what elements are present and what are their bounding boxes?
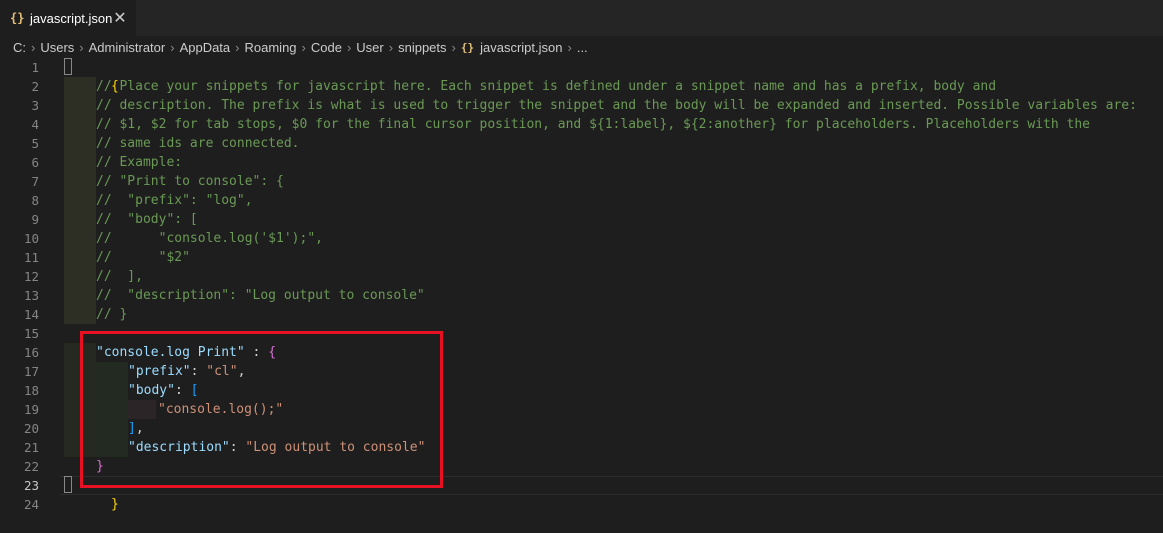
- close-icon[interactable]: ✕: [112, 8, 128, 28]
- line-number: 21: [23, 440, 39, 455]
- line-number: 24: [23, 497, 39, 512]
- line-number: 9: [31, 212, 39, 227]
- json-file-icon: {}: [10, 11, 25, 25]
- comment-text: // "$2": [96, 250, 190, 265]
- line-number: 14: [23, 307, 39, 322]
- breadcrumb-item-snippets[interactable]: snippets: [398, 40, 446, 55]
- line-number: 6: [31, 155, 39, 170]
- comment-text: // "Print to console": {: [96, 174, 284, 189]
- chevron-right-icon: ›: [388, 39, 394, 55]
- code-line[interactable]: 4 // $1, $2 for tab stops, $0 for the fi…: [0, 115, 1163, 134]
- line-number: 11: [23, 250, 39, 265]
- breadcrumb-item-roaming[interactable]: Roaming: [245, 40, 297, 55]
- code-line[interactable]: 1 {: [0, 58, 1163, 94]
- chevron-right-icon: ›: [301, 39, 306, 55]
- breadcrumb-item-file[interactable]: javascript.json: [480, 40, 562, 55]
- line-number: 1: [31, 60, 39, 75]
- chevron-right-icon: ›: [567, 39, 572, 55]
- breadcrumb-item-code[interactable]: Code: [311, 40, 342, 55]
- chevron-right-icon: ›: [235, 39, 240, 55]
- line-number: 12: [23, 269, 39, 284]
- code-line[interactable]: 5 // same ids are connected.: [0, 134, 1163, 153]
- line-number: 13: [23, 288, 39, 303]
- code-line[interactable]: 7 // "Print to console": {: [0, 172, 1163, 191]
- chevron-right-icon: ›: [31, 39, 36, 55]
- red-annotation-box: [80, 331, 443, 488]
- chevron-right-icon: ›: [170, 39, 175, 55]
- line-number: 22: [23, 459, 39, 474]
- line-number: 19: [23, 402, 39, 417]
- comment-text: // ],: [96, 269, 143, 284]
- comment-text: // "prefix": "log",: [96, 193, 253, 208]
- comment-text: // $1, $2 for tab stops, $0 for the fina…: [96, 117, 1090, 132]
- line-number: 16: [23, 345, 39, 360]
- tab-label: javascript.json: [30, 10, 113, 26]
- comment-text: // description. The prefix is what is us…: [96, 98, 1137, 113]
- bracket-match-box: [64, 58, 72, 75]
- comment-text: // same ids are connected.: [96, 136, 300, 151]
- line-number: 2: [31, 79, 39, 94]
- tab-javascript-json[interactable]: {} javascript.json ✕: [0, 0, 136, 36]
- code-line[interactable]: 12 // ],: [0, 267, 1163, 286]
- breadcrumb-item-users[interactable]: Users: [40, 40, 74, 55]
- line-number: 3: [31, 98, 39, 113]
- comment-text: // Example:: [96, 155, 183, 170]
- breadcrumb-item-symbols[interactable]: ...: [577, 40, 588, 55]
- line-number: 23: [23, 478, 39, 493]
- comment-text: // }: [96, 307, 128, 322]
- line-number: 10: [23, 231, 39, 246]
- chevron-right-icon: ›: [79, 39, 84, 55]
- breadcrumb-item-appdata[interactable]: AppData: [180, 40, 231, 55]
- line-number: 15: [23, 326, 39, 341]
- line-number: 5: [31, 136, 39, 151]
- breadcrumb: C: › Users › Administrator › AppData › R…: [0, 36, 1163, 58]
- code-line[interactable]: 24: [0, 495, 1163, 514]
- comment-text: // "console.log('$1');",: [96, 231, 323, 246]
- line-number: 17: [23, 364, 39, 379]
- comment-text: // "body": [: [96, 212, 198, 227]
- breadcrumb-item-c[interactable]: C:: [13, 40, 26, 55]
- code-line[interactable]: 8 // "prefix": "log",: [0, 191, 1163, 210]
- line-number: 18: [23, 383, 39, 398]
- comment-text: // "description": "Log output to console…: [96, 288, 425, 303]
- line-number: 8: [31, 193, 39, 208]
- code-line[interactable]: 13 // "description": "Log output to cons…: [0, 286, 1163, 305]
- code-line[interactable]: 6 // Example:: [0, 153, 1163, 172]
- line-number: 7: [31, 174, 39, 189]
- code-line[interactable]: 2 // Place your snippets for javascript …: [0, 77, 1163, 96]
- breadcrumb-item-administrator[interactable]: Administrator: [89, 40, 166, 55]
- code-line[interactable]: 11 // "$2": [0, 248, 1163, 267]
- breadcrumb-item-user[interactable]: User: [356, 40, 383, 55]
- chevron-right-icon: ›: [451, 39, 456, 55]
- tab-bar: {} javascript.json ✕: [0, 0, 1163, 36]
- line-number: 20: [23, 421, 39, 436]
- line-number: 4: [31, 117, 39, 132]
- code-line[interactable]: 3 // description. The prefix is what is …: [0, 96, 1163, 115]
- code-line[interactable]: 14 // }: [0, 305, 1163, 324]
- json-file-icon: {}: [460, 40, 475, 54]
- bracket-match-box: [64, 476, 72, 493]
- chevron-right-icon: ›: [346, 39, 352, 55]
- comment-text: // Place your snippets for javascript he…: [96, 79, 997, 94]
- code-line[interactable]: 10 // "console.log('$1');",: [0, 229, 1163, 248]
- code-line[interactable]: 9 // "body": [: [0, 210, 1163, 229]
